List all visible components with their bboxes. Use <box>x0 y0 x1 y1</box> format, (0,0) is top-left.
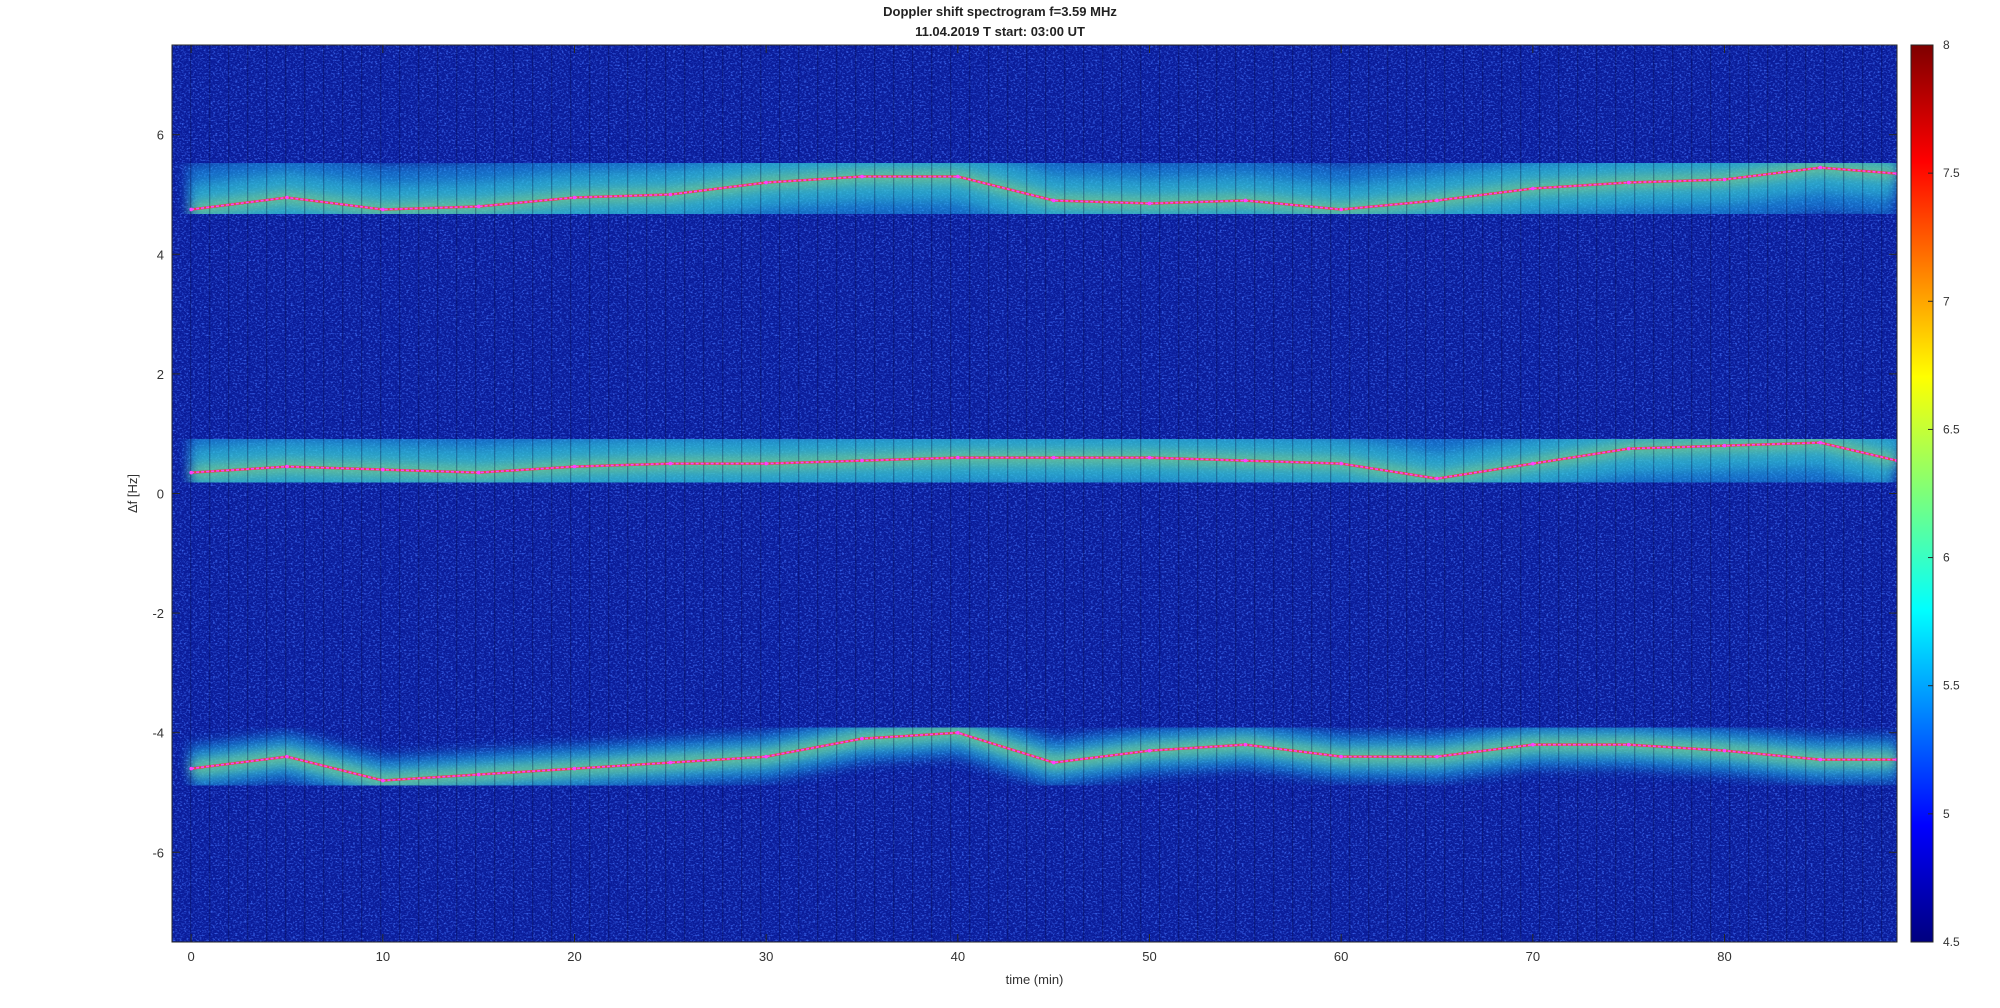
x-tick-label: 20 <box>567 949 581 964</box>
colorbar-tick-label: 4.5 <box>1943 935 1960 949</box>
series-point <box>764 461 768 466</box>
series-point <box>764 754 768 759</box>
colorbar-tick-label: 6.5 <box>1943 422 1960 436</box>
series-point <box>1339 461 1343 466</box>
colorbar-tick-label: 7.5 <box>1943 166 1960 180</box>
series-point <box>285 195 289 200</box>
y-tick-label: -6 <box>152 845 164 860</box>
series-point <box>1626 446 1631 451</box>
series-point <box>1051 760 1056 765</box>
y-tick-label: -2 <box>152 606 164 621</box>
x-axis-label: time (min) <box>1006 972 1064 987</box>
series-point <box>1051 455 1056 460</box>
colorbar-tick-label: 5 <box>1943 807 1950 821</box>
x-tick-label: 0 <box>188 949 195 964</box>
series-point <box>381 467 385 472</box>
series-point <box>1435 754 1439 759</box>
series-point <box>1818 757 1823 762</box>
colorbar-tick-label: 7 <box>1943 294 1950 308</box>
series-point <box>1243 458 1248 463</box>
series-point <box>1243 198 1248 203</box>
series-point <box>668 192 673 197</box>
series-point <box>1818 440 1823 445</box>
series-point <box>1339 754 1343 759</box>
x-tick-label: 50 <box>1142 949 1156 964</box>
series-point <box>1243 742 1248 747</box>
series-point <box>572 195 577 200</box>
x-tick-label: 60 <box>1334 949 1348 964</box>
colorbar-tick-label: 6 <box>1943 551 1950 565</box>
series-point <box>1531 186 1535 191</box>
chart-subtitle: 11.04.2019 T start: 03:00 UT <box>915 24 1085 39</box>
x-tick-label: 80 <box>1717 949 1731 964</box>
x-tick-label: 40 <box>951 949 965 964</box>
series-point <box>956 455 960 460</box>
series-point <box>476 470 481 475</box>
series-point <box>956 174 960 179</box>
series-point <box>381 778 385 783</box>
series-point <box>189 766 193 771</box>
series-point <box>764 180 768 185</box>
series-point <box>1722 177 1727 182</box>
colorbar-tick-label: 8 <box>1943 38 1950 52</box>
y-tick-label: 0 <box>157 487 164 502</box>
series-point <box>860 736 864 741</box>
series-point <box>668 461 673 466</box>
colorbar-tick-label: 5.5 <box>1943 679 1960 693</box>
series-point <box>572 464 577 469</box>
x-tick-label: 10 <box>376 949 390 964</box>
series-point <box>285 754 289 759</box>
series-point <box>1818 165 1823 170</box>
series-point <box>1722 748 1727 753</box>
series-point <box>1722 443 1727 448</box>
series-point <box>1531 461 1535 466</box>
x-tick-label: 70 <box>1526 949 1540 964</box>
y-tick-label: 6 <box>157 128 164 143</box>
series-point <box>956 730 960 735</box>
spectrogram-figure: Doppler shift spectrogram f=3.59 MHz 11.… <box>0 0 2000 1003</box>
series-point <box>189 207 193 212</box>
series-point <box>476 204 481 209</box>
series-point <box>1147 201 1152 206</box>
series-point <box>381 207 385 212</box>
series-point <box>1531 742 1535 747</box>
y-axis-label: Δf [Hz] <box>125 474 140 513</box>
chart-title: Doppler shift spectrogram f=3.59 MHz <box>883 4 1117 19</box>
series-point <box>1626 180 1631 185</box>
series-point <box>860 458 864 463</box>
series-point <box>860 174 864 179</box>
y-tick-label: 2 <box>157 367 164 382</box>
series-point <box>1147 748 1152 753</box>
colorbar: 4.5 5 5.5 6 6.5 7 7.5 8 <box>1910 38 1960 949</box>
series-point <box>1147 455 1152 460</box>
series-point <box>1339 207 1343 212</box>
series-point <box>668 760 673 765</box>
series-point <box>572 766 577 771</box>
plot-area <box>172 45 1897 942</box>
series-point <box>476 772 481 777</box>
series-point <box>1051 198 1056 203</box>
spectrogram-stripes <box>172 45 1897 942</box>
y-tick-label: 4 <box>157 247 164 262</box>
colorbar-gradient <box>1910 44 1934 943</box>
x-tick-label: 30 <box>759 949 773 964</box>
series-point <box>1435 198 1439 203</box>
series-point <box>189 470 193 475</box>
y-tick-label: -4 <box>152 726 164 741</box>
series-point <box>1626 742 1631 747</box>
series-point <box>285 464 289 469</box>
chart-canvas: 0 10 20 30 40 50 60 70 80 -6 -4 -2 0 2 4 6 4.5 5 5.5 6 6.5 7… <box>125 38 1960 987</box>
series-point <box>1435 476 1439 481</box>
